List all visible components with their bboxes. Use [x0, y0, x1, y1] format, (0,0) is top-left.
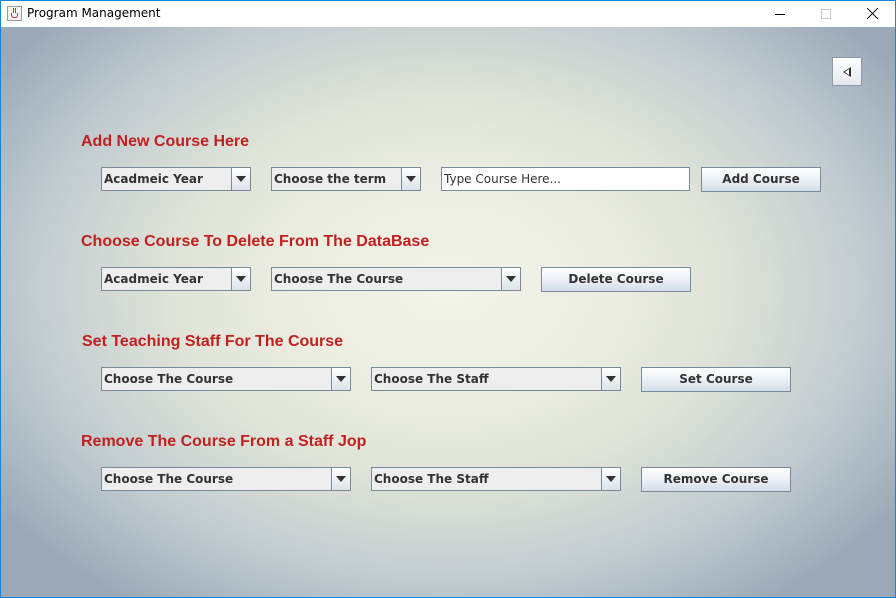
remove-staff-course-combo[interactable]: Choose The Course	[101, 467, 351, 491]
combo-value: Choose The Staff	[374, 372, 489, 386]
add-academic-year-combo[interactable]: Acadmeic Year	[101, 167, 251, 191]
combo-value: Acadmeic Year	[104, 272, 203, 286]
dropdown-arrow[interactable]	[331, 368, 350, 390]
combo-value: Acadmeic Year	[104, 172, 203, 186]
program-management-window: Program Management Add New Course Here A…	[0, 0, 896, 598]
chevron-down-icon	[406, 176, 416, 182]
set-staff-heading: Set Teaching Staff For The Course	[82, 333, 344, 350]
chevron-down-icon	[336, 376, 346, 382]
remove-staff-staff-combo[interactable]: Choose The Staff	[371, 467, 621, 491]
combo-value: Choose The Course	[104, 472, 234, 486]
delete-course-button[interactable]: Delete Course	[541, 267, 691, 292]
chevron-down-icon	[236, 276, 246, 282]
close-button[interactable]	[849, 1, 895, 27]
dropdown-arrow[interactable]	[601, 468, 620, 490]
chevron-down-icon	[236, 176, 246, 182]
remove-course-button[interactable]: Remove Course	[641, 467, 791, 492]
set-course-button[interactable]: Set Course	[641, 367, 791, 392]
title-bar[interactable]: Program Management	[1, 1, 895, 27]
dropdown-arrow[interactable]	[231, 168, 250, 190]
course-name-field[interactable]	[441, 167, 690, 191]
delete-course-heading: Choose Course To Delete From The DataBas…	[81, 233, 430, 250]
term-combo[interactable]: Choose the term	[271, 167, 421, 191]
main-panel: Add New Course Here Acadmeic Year Choose…	[1, 27, 895, 597]
chevron-down-icon	[606, 376, 616, 382]
set-staff-course-combo[interactable]: Choose The Course	[101, 367, 351, 391]
dropdown-arrow[interactable]	[401, 168, 420, 190]
maximize-icon	[821, 9, 831, 19]
delete-course-combo[interactable]: Choose The Course	[271, 267, 521, 291]
combo-value: Choose the term	[274, 172, 387, 186]
add-course-heading: Add New Course Here	[81, 133, 250, 150]
delete-academic-year-combo[interactable]: Acadmeic Year	[101, 267, 251, 291]
dropdown-arrow[interactable]	[501, 268, 520, 290]
java-cup-icon[interactable]	[7, 6, 22, 21]
combo-value: Choose The Course	[274, 272, 404, 286]
dropdown-arrow[interactable]	[601, 368, 620, 390]
close-icon	[866, 7, 879, 20]
window-title: Program Management	[27, 6, 161, 20]
chevron-down-icon	[606, 476, 616, 482]
add-course-button[interactable]: Add Course	[701, 167, 821, 192]
chevron-down-icon	[336, 476, 346, 482]
minimize-button[interactable]	[757, 1, 803, 27]
remove-staff-heading: Remove The Course From a Staff Jop	[81, 433, 367, 450]
dropdown-arrow[interactable]	[231, 268, 250, 290]
dropdown-arrow[interactable]	[331, 468, 350, 490]
combo-value: Choose The Course	[104, 372, 234, 386]
set-staff-staff-combo[interactable]: Choose The Staff	[371, 367, 621, 391]
combo-value: Choose The Staff	[374, 472, 489, 486]
back-button[interactable]	[832, 57, 862, 86]
maximize-button[interactable]	[803, 1, 849, 27]
minimize-icon	[775, 14, 785, 15]
chevron-down-icon	[506, 276, 516, 282]
course-name-input[interactable]	[442, 168, 689, 190]
